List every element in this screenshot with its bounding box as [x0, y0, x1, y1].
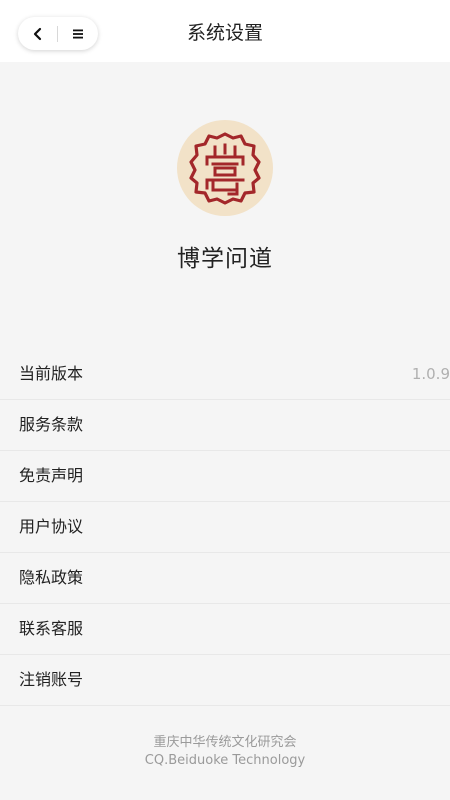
footer: 重庆中华传统文化研究会 CQ.Beiduoke Technology	[0, 734, 450, 770]
settings-item-label: 服务条款	[19, 415, 84, 434]
settings-item-version[interactable]: 当前版本 1.0.9	[0, 349, 450, 400]
settings-list: 当前版本 1.0.9 服务条款 免责声明 用户协议 隐私政策 联系客服 注销账号	[0, 349, 450, 706]
nav-bar: 系统设置	[0, 0, 450, 62]
settings-item-terms[interactable]: 服务条款	[0, 400, 450, 451]
settings-item-delete-account[interactable]: 注销账号	[0, 655, 450, 706]
settings-item-label: 当前版本	[19, 364, 84, 383]
app-name: 博学问道	[177, 246, 273, 272]
page-title: 系统设置	[186, 22, 263, 44]
settings-item-label: 注销账号	[19, 670, 84, 689]
settings-item-disclaimer[interactable]: 免责声明	[0, 451, 450, 502]
settings-item-label: 免责声明	[19, 466, 84, 485]
settings-item-user-agreement[interactable]: 用户协议	[0, 502, 450, 553]
app-logo	[177, 120, 273, 216]
footer-org: 重庆中华传统文化研究会	[153, 735, 297, 750]
seal-logo-icon	[189, 132, 261, 205]
settings-item-label: 联系客服	[19, 619, 84, 638]
version-value: 1.0.9	[411, 365, 450, 383]
settings-item-label: 用户协议	[19, 517, 84, 536]
settings-item-contact[interactable]: 联系客服	[0, 604, 450, 655]
settings-item-label: 隐私政策	[19, 568, 84, 587]
settings-item-privacy[interactable]: 隐私政策	[0, 553, 450, 604]
footer-company: CQ.Beiduoke Technology	[144, 753, 306, 768]
